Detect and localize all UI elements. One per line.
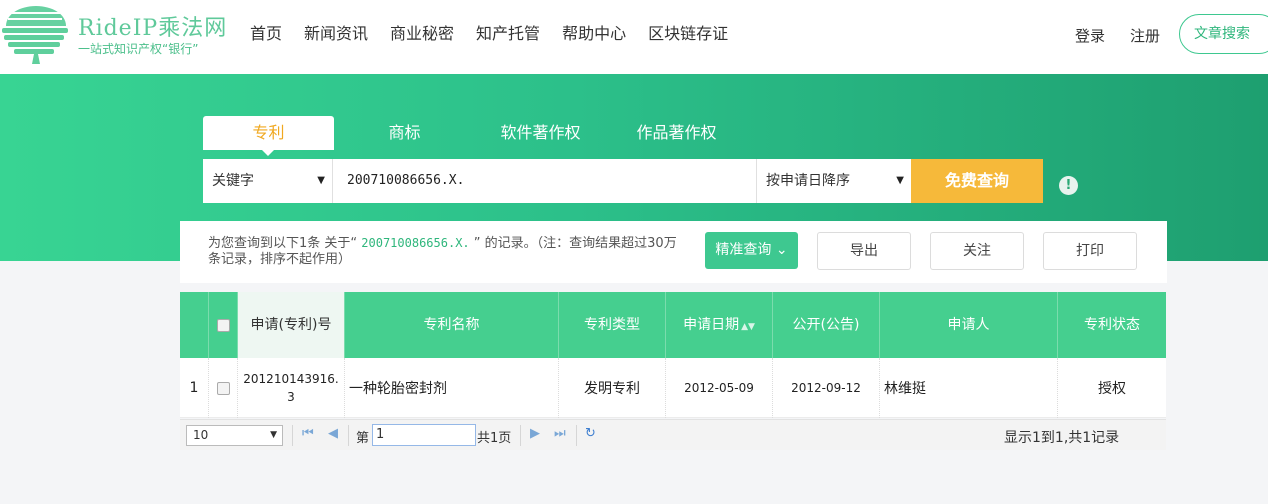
nav-home[interactable]: 首页: [250, 22, 282, 46]
pagination: 10 ▼ ⏮ ◀ 第 1 共1页 ▶ ⏭ ↻ 显示1到1,共1记录: [180, 419, 1166, 450]
main-nav: 首页 新闻资讯 商业秘密 知产托管 帮助中心 区块链存证: [250, 22, 750, 46]
print-button[interactable]: 打印: [1043, 232, 1137, 270]
search-bar: 关键字 ▼ 200710086656.X. 按申请日降序 ▼ 免费查询: [203, 159, 1043, 203]
register-link[interactable]: 注册: [1130, 25, 1160, 46]
export-button[interactable]: 导出: [817, 232, 911, 270]
search-field-value: 关键字: [212, 173, 254, 189]
article-search-button[interactable]: 文章搜索: [1179, 14, 1268, 54]
brand-name[interactable]: RideIP乘法网: [78, 10, 227, 42]
row-patent-type: 发明专利: [559, 358, 666, 418]
divider: [520, 425, 521, 446]
header-pub-date[interactable]: 公开(公告): [773, 292, 880, 358]
header-select-all[interactable]: [209, 292, 238, 358]
apply-date-label: 申请日期: [683, 317, 740, 333]
search-tabs: 专利 商标 软件著作权 作品著作权: [203, 116, 747, 156]
header-applicant[interactable]: 申请人: [880, 292, 1058, 358]
checkbox-icon[interactable]: [216, 381, 230, 395]
prev-page-icon[interactable]: ◀: [328, 426, 338, 441]
chevron-down-icon: ⌄: [775, 242, 788, 258]
checkbox-icon[interactable]: [216, 318, 230, 332]
search-field-select[interactable]: 关键字 ▼: [203, 159, 333, 203]
page-total: 共1页: [477, 431, 512, 446]
refresh-icon[interactable]: ↻: [585, 426, 596, 441]
sort-value: 按申请日降序: [766, 173, 850, 189]
header-patent-name[interactable]: 专利名称: [345, 292, 559, 358]
nav-blockchain[interactable]: 区块链存证: [648, 22, 728, 46]
top-header: RideIP乘法网 一站式知识产权“银行” 首页 新闻资讯 商业秘密 知产托管 …: [0, 0, 1268, 74]
follow-button[interactable]: 关注: [930, 232, 1024, 270]
header-apply-date[interactable]: 申请日期 ▲▼: [666, 292, 773, 358]
info-icon[interactable]: !: [1059, 176, 1078, 195]
row-select[interactable]: [209, 358, 238, 418]
header-status[interactable]: 专利状态: [1058, 292, 1166, 358]
nav-help-center[interactable]: 帮助中心: [562, 22, 626, 46]
tab-patent[interactable]: 专利: [203, 116, 334, 156]
dropdown-arrow-icon: ▼: [270, 430, 277, 440]
dropdown-arrow-icon: ▼: [896, 175, 904, 186]
page-label-pre: 第: [356, 431, 370, 446]
results-table: 申请(专利)号 专利名称 专利类型 申请日期 ▲▼ 公开(公告) 申请人 专利状态…: [180, 292, 1166, 418]
row-status: 授权: [1098, 381, 1126, 397]
row-apply-date: 2012-05-09: [666, 358, 773, 418]
precise-search-button[interactable]: 精准查询 ⌄: [705, 232, 798, 269]
header-app-number[interactable]: 申请(专利)号: [238, 292, 345, 358]
result-summary: 为您查询到以下1条 关于“ 200710086656.X. ” 的记录。（注：查…: [208, 235, 688, 268]
table-row[interactable]: 1 201210143916.3 一种轮胎密封剂 发明专利 2012-05-09…: [180, 358, 1166, 418]
first-page-icon[interactable]: ⏮: [302, 426, 314, 441]
row-app-number[interactable]: 201210143916.3: [238, 358, 345, 418]
tab-software-copyright[interactable]: 软件著作权: [475, 116, 606, 150]
last-page-icon[interactable]: ⏭: [554, 426, 566, 441]
dropdown-arrow-icon: ▼: [317, 175, 325, 186]
row-patent-name[interactable]: 一种轮胎密封剂: [345, 358, 559, 418]
row-pub-date: 2012-09-12: [773, 358, 880, 418]
result-prefix: 为您查询到以下1条 关于“: [208, 236, 362, 251]
search-input[interactable]: 200710086656.X.: [333, 159, 756, 203]
tab-work-copyright[interactable]: 作品著作权: [611, 116, 742, 150]
logo-icon[interactable]: [0, 2, 72, 64]
header-patent-type[interactable]: 专利类型: [559, 292, 666, 358]
divider: [292, 425, 293, 446]
header-index: [180, 292, 209, 358]
nav-news[interactable]: 新闻资讯: [304, 22, 368, 46]
table-header: 申请(专利)号 专利名称 专利类型 申请日期 ▲▼ 公开(公告) 申请人 专利状态: [180, 292, 1166, 358]
result-keyword: 200710086656.X.: [361, 236, 470, 250]
row-index: 1: [180, 358, 209, 418]
page-number-input[interactable]: 1: [372, 424, 476, 446]
sort-icon[interactable]: ▲▼: [741, 322, 755, 332]
sort-select[interactable]: 按申请日降序 ▼: [756, 159, 911, 203]
page-size-value: 10: [193, 428, 209, 442]
divider: [348, 425, 349, 446]
free-search-button[interactable]: 免费查询: [911, 159, 1043, 203]
brand-tagline: 一站式知识产权“银行”: [78, 42, 199, 56]
nav-trade-secrets[interactable]: 商业秘密: [390, 22, 454, 46]
record-count: 显示1到1,共1记录: [1004, 430, 1120, 446]
next-page-icon[interactable]: ▶: [530, 426, 540, 441]
login-link[interactable]: 登录: [1075, 25, 1105, 46]
precise-search-label: 精准查询: [715, 242, 772, 258]
nav-ip-custody[interactable]: 知产托管: [476, 22, 540, 46]
tab-trademark[interactable]: 商标: [339, 116, 470, 150]
result-toolbar: 为您查询到以下1条 关于“ 200710086656.X. ” 的记录。（注：查…: [180, 221, 1167, 283]
row-applicant: 林维挺: [880, 358, 1058, 418]
page-size-select[interactable]: 10 ▼: [186, 425, 283, 446]
divider: [576, 425, 577, 446]
